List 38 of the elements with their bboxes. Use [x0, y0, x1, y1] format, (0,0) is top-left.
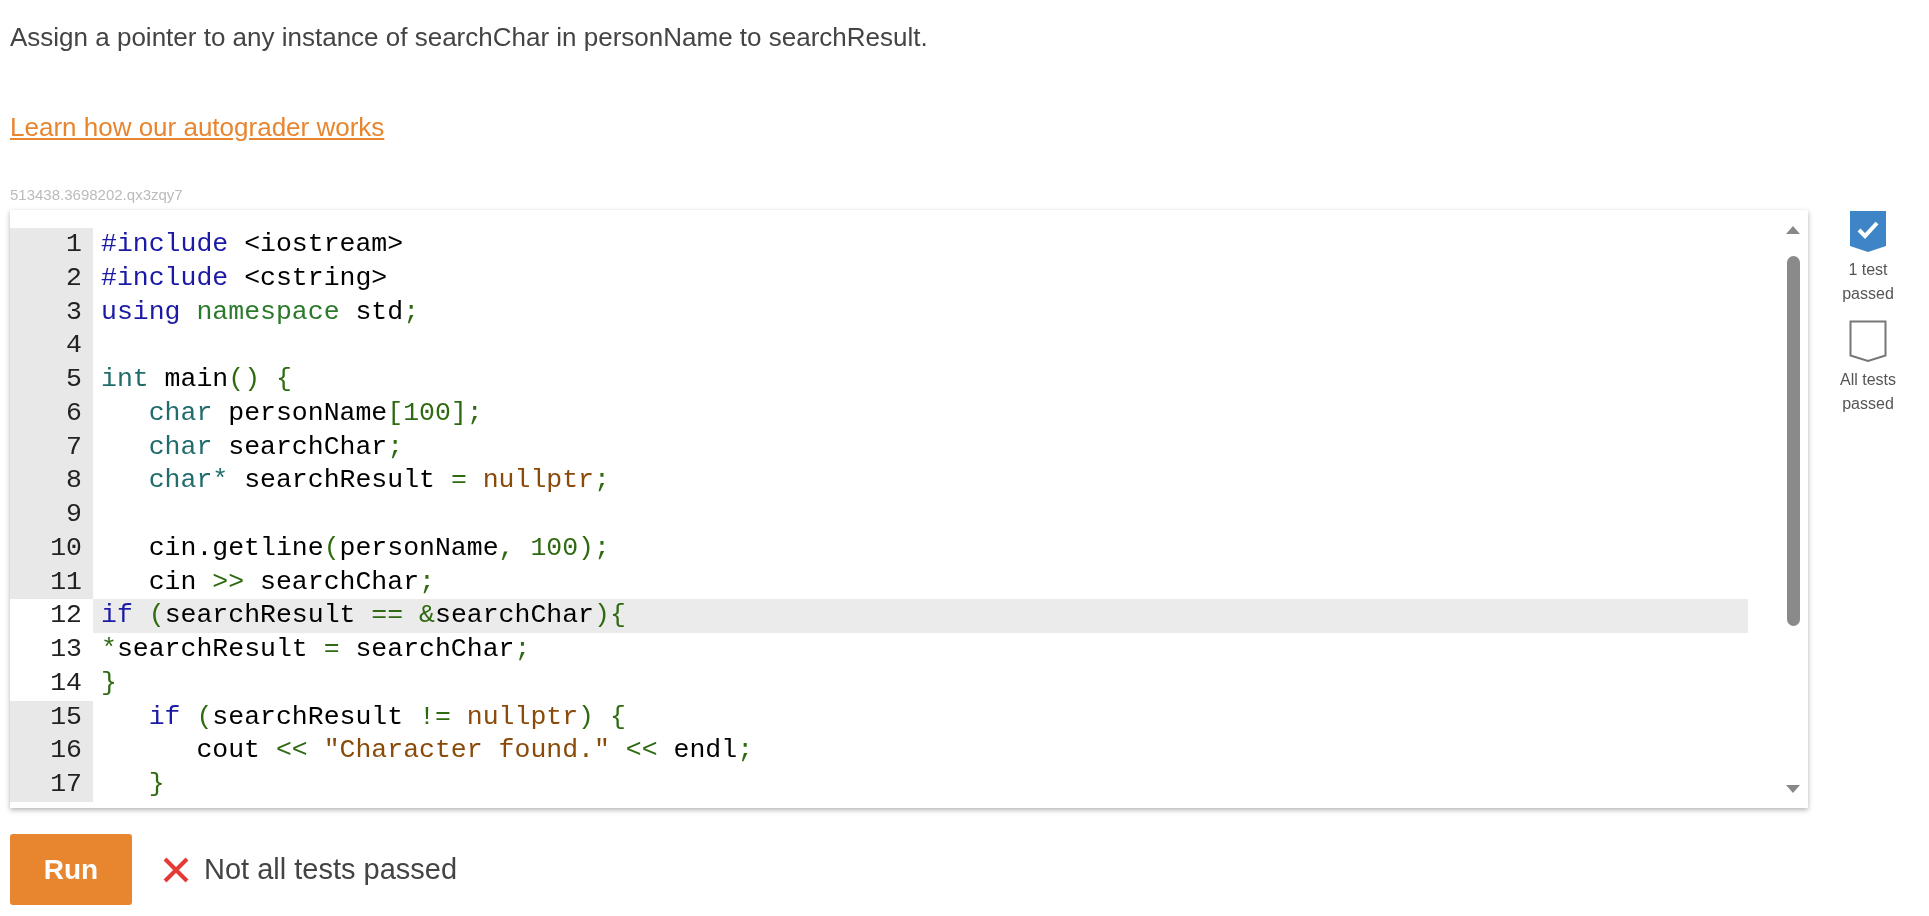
line-number: 15	[10, 700, 93, 735]
checkpoint-label: 1 test passed	[1841, 260, 1895, 304]
instruction-text: Assign a pointer to any instance of searchChar in personName to searchResult.	[10, 21, 928, 54]
code-line: char* searchResult = nullptr;	[147, 464, 611, 498]
line-number: 8	[10, 464, 93, 498]
code-line: cout << "Character found." << endl;	[195, 734, 755, 768]
code-line: #include <cstring>	[100, 261, 389, 295]
code-id: 513438.3698202.qx3zqy7	[10, 186, 183, 203]
line-number: 2	[10, 261, 93, 296]
line-number: 16	[10, 734, 93, 768]
run-button[interactable]: Run	[10, 834, 132, 905]
line-number: 1	[10, 228, 93, 262]
line-number: 11	[10, 565, 93, 600]
line-number: 6	[10, 396, 93, 431]
code-line: }	[100, 666, 118, 700]
code-line: int main() {	[100, 363, 293, 396]
code-line: cin.getline(personName, 100);	[147, 531, 611, 565]
result-text: Not all tests passed	[204, 853, 458, 886]
scrollbar-thumb[interactable]	[1787, 256, 1800, 626]
scroll-up-icon[interactable]	[1786, 226, 1800, 234]
line-number: 10	[10, 531, 93, 566]
code-line: char personName[100];	[147, 396, 484, 430]
line-number: 4	[10, 329, 93, 363]
line-number: 5	[10, 363, 93, 397]
code-line: if (searchResult != nullptr) {	[147, 700, 627, 734]
autograder-link[interactable]: Learn how our autograder works	[10, 109, 385, 145]
code-line: char searchChar;	[147, 430, 405, 464]
line-number: 9	[10, 498, 93, 532]
code-line: #include <iostream>	[100, 228, 405, 261]
line-number: 17	[10, 768, 93, 802]
line-number: 3	[10, 295, 93, 330]
code-line: using namespace std;	[100, 295, 421, 329]
scroll-down-icon[interactable]	[1786, 785, 1800, 793]
code-line: *searchResult = searchChar;	[100, 633, 532, 666]
code-line: }	[147, 768, 166, 801]
line-number: 7	[10, 430, 93, 465]
code-line: cin >> searchChar;	[147, 565, 436, 599]
checkpoint-label: All tests passed	[1839, 370, 1897, 414]
